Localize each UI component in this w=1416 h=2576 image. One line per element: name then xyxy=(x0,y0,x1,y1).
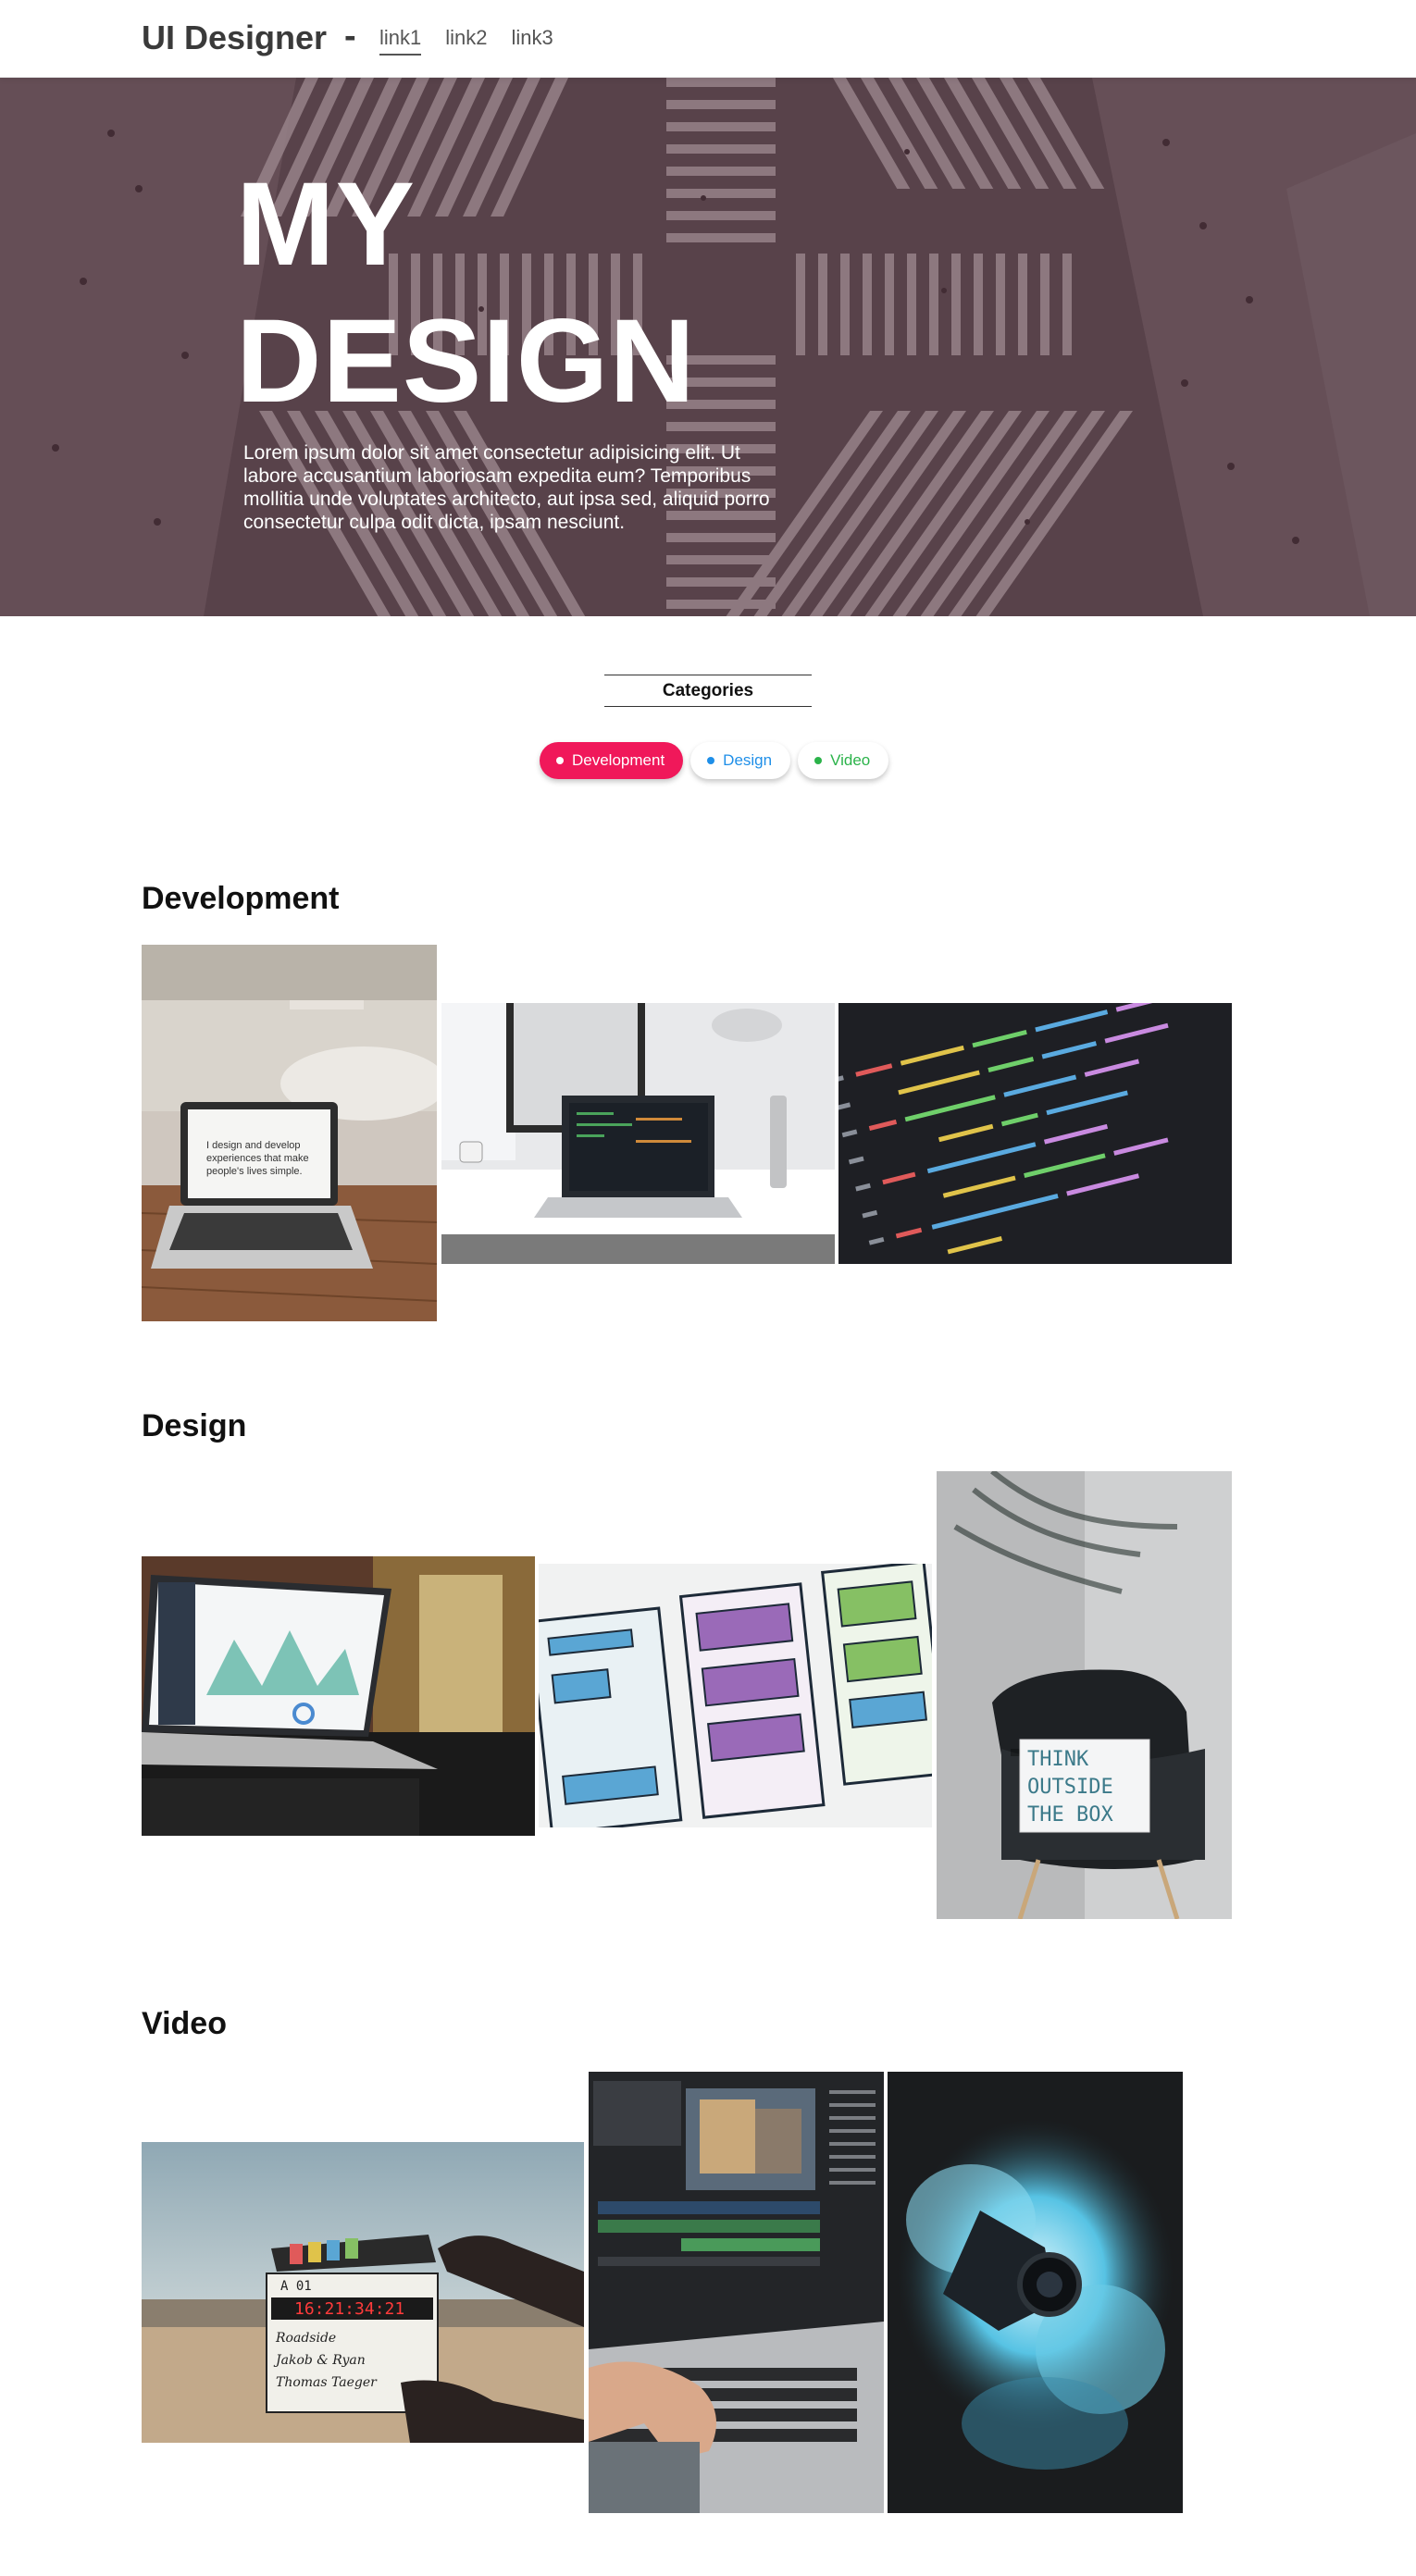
clapper-scene: A 01 xyxy=(280,2279,312,2294)
filter-label: Video xyxy=(830,751,871,769)
filter-label: Development xyxy=(572,751,665,769)
section-title-video: Video xyxy=(142,2006,227,2041)
hero-tint-overlay xyxy=(0,78,1416,616)
nav-links: link1 link2 link3 xyxy=(379,26,553,56)
photo-laptop-desk[interactable] xyxy=(441,1003,835,1264)
dot-icon xyxy=(707,757,715,764)
section-title-design: Design xyxy=(142,1408,247,1443)
photo-laptop-cafe[interactable]: I design and develop experiences that ma… xyxy=(142,945,437,1321)
nav-link-2[interactable]: link2 xyxy=(445,26,487,56)
brand-separator: - xyxy=(344,17,356,56)
photo-camera-in-smoke[interactable] xyxy=(888,2072,1183,2513)
svg-text:experiences that make: experiences that make xyxy=(206,1153,309,1164)
lightbox-text-line-1: THINK xyxy=(1027,1748,1089,1771)
hero-title: MY DESIGN xyxy=(236,156,696,430)
photo-lightbox-chair[interactable]: THINK OUTSIDE THE BOX xyxy=(937,1471,1232,1919)
nav-link-3[interactable]: link3 xyxy=(512,26,553,56)
dot-icon xyxy=(814,757,823,764)
nav-link-1[interactable]: link1 xyxy=(379,26,422,56)
clapper-director: Jakob & Ryan xyxy=(273,2353,366,2368)
photo-watercolor-wireframes[interactable] xyxy=(539,1564,932,1827)
categories-heading: Categories xyxy=(604,675,812,707)
svg-text:people's lives simple.: people's lives simple. xyxy=(206,1166,303,1177)
section-title-development: Development xyxy=(142,881,340,916)
photo-code-screen[interactable] xyxy=(838,1003,1232,1264)
dot-icon xyxy=(556,757,564,764)
category-filters: Development Design Video xyxy=(540,742,889,779)
photo-video-editing-laptop[interactable] xyxy=(589,2072,884,2513)
hero-banner: MY DESIGN Lorem ipsum dolor sit amet con… xyxy=(0,78,1416,616)
hero-title-line-2: DESIGN xyxy=(236,295,696,427)
photo-clapperboard[interactable]: A 01 16:21:34:21 Roadside Jakob & Ryan T… xyxy=(142,2142,584,2443)
filter-label: Design xyxy=(723,751,773,769)
photo-analytics-laptop[interactable] xyxy=(142,1556,535,1836)
filter-video[interactable]: Video xyxy=(798,742,889,779)
clapper-timecode: 16:21:34:21 xyxy=(294,2299,404,2319)
hero-title-line-1: MY xyxy=(236,158,416,291)
lightbox-text-line-2: OUTSIDE xyxy=(1027,1776,1113,1799)
brand-logo[interactable]: UI Designer xyxy=(142,19,327,57)
filter-design[interactable]: Design xyxy=(690,742,791,779)
filter-development[interactable]: Development xyxy=(540,742,684,779)
clapper-camera: Thomas Taeger xyxy=(276,2375,378,2390)
lightbox-text-line-3: THE BOX xyxy=(1027,1803,1113,1827)
laptop-screen-text: I design and develop xyxy=(206,1140,301,1151)
top-navbar: UI Designer - link1 link2 link3 xyxy=(0,0,1416,78)
hero-description: Lorem ipsum dolor sit amet consectetur a… xyxy=(243,442,770,533)
clapper-production: Roadside xyxy=(275,2331,336,2346)
